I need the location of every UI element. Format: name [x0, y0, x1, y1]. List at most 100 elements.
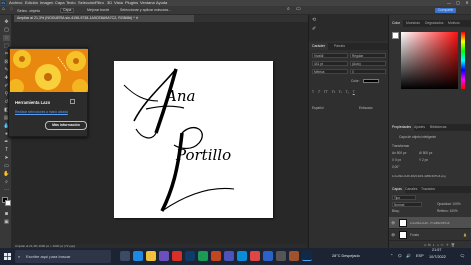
tray-chevron-icon[interactable]: ⌃: [390, 250, 393, 263]
artboard-tool-icon[interactable]: ▢: [3, 27, 10, 33]
excel-icon[interactable]: [198, 251, 208, 261]
mode-select[interactable]: Capa: [60, 8, 75, 13]
background-color-swatch[interactable]: [5, 200, 11, 206]
layer-filter-select[interactable]: Tipo: [392, 195, 416, 200]
tab-parrafo[interactable]: Párrafo: [331, 43, 348, 50]
font-family-select[interactable]: Vivaldi: [312, 53, 348, 58]
history-panel-icon[interactable]: ⟲: [312, 18, 316, 23]
type-tool-icon[interactable]: T: [3, 147, 10, 153]
font-size-field[interactable]: 441 pt: [312, 61, 348, 66]
tab-ajustes[interactable]: Ajustes: [411, 124, 428, 131]
word-icon[interactable]: [185, 251, 195, 261]
color-panel-fg-swatch[interactable]: [392, 32, 399, 39]
faux-bold-icon[interactable]: T: [312, 90, 314, 96]
x-field[interactable]: X 0 px: [392, 158, 401, 162]
antialias-select[interactable]: Enfocado: [359, 106, 372, 110]
tab-muestras[interactable]: Muestras: [403, 20, 423, 27]
transform-section-label: Transformar: [392, 144, 410, 148]
volume-icon[interactable]: 🔊: [406, 250, 411, 263]
y-field[interactable]: Y 2 px: [419, 158, 428, 162]
media-app-icon[interactable]: [250, 251, 260, 261]
photoshop-logo-icon[interactable]: Ps: [1, 1, 6, 5]
chrome-icon[interactable]: [172, 251, 182, 261]
quick-mask-icon[interactable]: ◙: [3, 211, 10, 217]
weather-status[interactable]: 28°C Despejado: [332, 250, 360, 263]
color-picker-field[interactable]: [401, 32, 458, 89]
canvas-text-ana: Ana: [166, 87, 196, 105]
tab-trazados[interactable]: Trazados: [418, 186, 438, 193]
path-selection-tool-icon[interactable]: ➤: [3, 155, 10, 161]
input-language[interactable]: ESP: [416, 250, 424, 263]
width-field[interactable]: An 500 px: [392, 151, 406, 155]
document-canvas[interactable]: Ana Portillo: [114, 61, 273, 218]
angle-field[interactable]: 0,00°: [392, 165, 399, 169]
document-tab[interactable]: Ampliar al 21,3% (NOGUERA sin-4196-9738-…: [14, 15, 194, 22]
all-caps-icon[interactable]: TT: [324, 90, 328, 96]
file-explorer-icon[interactable]: [146, 251, 156, 261]
workspace-icon[interactable]: ▭: [296, 7, 301, 12]
search-icon[interactable]: ⌕: [287, 7, 290, 12]
share-button[interactable]: Compartir: [435, 8, 457, 13]
refine-checkbox-label[interactable]: Mejorar borde: [87, 8, 109, 13]
learn-more-button[interactable]: Más información: [45, 121, 87, 130]
language-select[interactable]: Español: [312, 106, 324, 110]
teams-icon[interactable]: [224, 251, 234, 261]
store-icon[interactable]: [159, 251, 169, 261]
tracking-field[interactable]: 0: [350, 69, 386, 74]
tab-caracter[interactable]: Carácter: [309, 43, 329, 50]
select-and-mask-button[interactable]: Seleccionar y aplicar máscara...: [120, 8, 171, 13]
taskbar-search-input[interactable]: Escribe aquí para buscar: [15, 250, 111, 263]
hue-slider[interactable]: [461, 32, 465, 89]
photoshop-taskbar-icon[interactable]: [302, 251, 312, 261]
small-caps-icon[interactable]: Tt: [332, 90, 335, 96]
visibility-eye-icon[interactable]: 👁: [391, 233, 395, 237]
app-icon[interactable]: [276, 251, 286, 261]
outlook-icon[interactable]: [237, 251, 247, 261]
superscript-icon[interactable]: T¹: [339, 90, 342, 96]
tab-motivos[interactable]: Motivos: [445, 20, 463, 27]
screen-mode-icon[interactable]: ▣: [3, 219, 10, 225]
lasso-tool-icon[interactable]: ◌: [3, 35, 10, 41]
fill-field[interactable]: Relleno: 100%: [437, 209, 458, 213]
rectangle-tool-icon[interactable]: ▭: [3, 163, 10, 169]
underline-icon[interactable]: T: [353, 90, 355, 96]
home-icon[interactable]: ⌂: [2, 7, 5, 12]
tab-bibliotecas[interactable]: Bibliotecas: [427, 124, 449, 131]
visibility-eye-icon[interactable]: 👁: [391, 221, 395, 225]
brush-settings-icon[interactable]: ✐: [312, 27, 316, 32]
height-field[interactable]: Al 500 px: [419, 151, 432, 155]
more-tools-icon[interactable]: ⋯: [3, 187, 10, 193]
app-icon[interactable]: [263, 251, 273, 261]
tooltip-description-link[interactable]: Realizar selecciones a mano alzada: [15, 110, 68, 114]
leading-field[interactable]: (Auto): [350, 61, 386, 66]
zoom-tool-icon[interactable]: ⌕: [3, 179, 10, 185]
text-color-swatch[interactable]: [363, 79, 379, 83]
hand-tool-icon[interactable]: ✋: [3, 171, 10, 177]
right-dock: Color Muestras Degradados Motivos Propie…: [388, 15, 471, 248]
layer-name[interactable]: Fondo: [410, 233, 419, 237]
opacity-field[interactable]: Opacidad: 100%: [437, 202, 461, 206]
powerpoint-icon[interactable]: [211, 251, 221, 261]
edge-browser-icon[interactable]: [133, 251, 143, 261]
network-icon[interactable]: ⌬: [398, 250, 401, 263]
move-tool-icon[interactable]: ✥: [3, 19, 10, 25]
task-view-icon[interactable]: [120, 251, 130, 261]
kerning-field[interactable]: Métrica: [312, 69, 348, 74]
clock-date[interactable]: 10/7/2022: [429, 253, 446, 261]
app-icon[interactable]: [289, 251, 299, 261]
pen-tool-icon[interactable]: ✒: [3, 139, 10, 145]
tab-degradados[interactable]: Degradados: [422, 20, 446, 27]
notifications-icon[interactable]: 🗨: [460, 250, 465, 263]
collapsed-panel-icons: ⟲ ✐: [309, 15, 389, 41]
blend-mode-select[interactable]: Normal: [392, 202, 422, 207]
faux-italic-icon[interactable]: T: [318, 90, 320, 96]
font-style-select[interactable]: Regular: [350, 53, 386, 58]
tab-color[interactable]: Color: [389, 20, 404, 27]
layer-name[interactable]: 1c1e09d-c1d6...7f-4dff6c93f7e6: [410, 221, 449, 225]
layer-row[interactable]: 👁 Fondo 🔒: [389, 229, 471, 241]
subscript-icon[interactable]: T₁: [346, 90, 349, 96]
lasso-tool-preset-icon[interactable]: ◌: [10, 7, 13, 12]
windows-taskbar: Escribe aquí para buscar ⌕ 28°C Despejad…: [0, 248, 471, 265]
windows-start-icon[interactable]: [4, 253, 11, 260]
layer-row[interactable]: 👁 1c1e09d-c1d6...7f-4dff6c93f7e6: [389, 217, 471, 229]
